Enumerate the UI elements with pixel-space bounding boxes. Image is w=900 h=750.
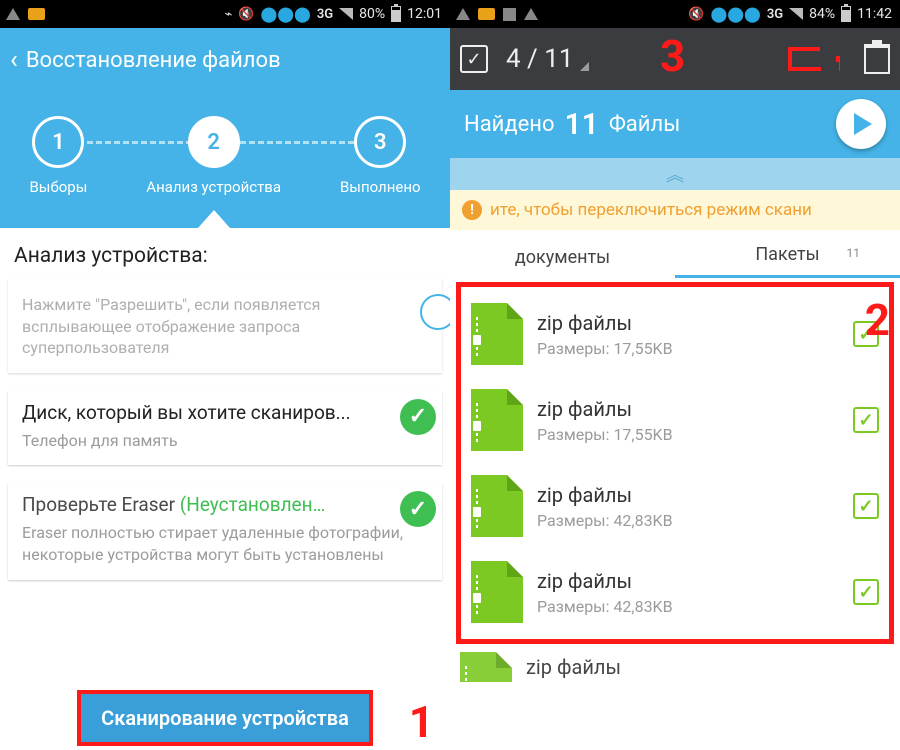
disk-title: Диск, который вы хотите сканиров... [22,401,428,424]
mute-icon: 🔇 [238,7,254,22]
collapse-handle[interactable]: ︽ [450,158,900,190]
file-checkbox[interactable]: ✓ [853,407,879,433]
found-unit: Файлы [609,112,680,137]
permission-card: Нажмите "Разрешить", если появляется всп… [8,278,442,373]
banner-text: ите, чтобы переключиться режим скани [490,200,812,220]
file-checkbox[interactable]: ✓ [853,493,879,519]
sim-icon [28,8,45,20]
tab-count: 11 [847,246,861,260]
battery-pct: 80% [359,6,385,22]
zip-file-icon [460,652,512,682]
step-circle: 1 [32,116,84,168]
file-size: Размеры: 17,55KB [537,425,673,444]
screenshot-right: 🔇 ⬤⬤⬤ 3G 84% 11:42 ✓ 4 / 11 Найдено 11 Ф… [450,0,900,750]
delete-button[interactable] [864,44,890,74]
tabs: документы Пакеты 11 [450,230,900,278]
file-name: zip файлы [537,483,673,507]
disk-card[interactable]: Диск, который вы хотите сканиров... Теле… [8,391,442,466]
signal-icon [339,8,353,20]
file-list: zip файлы Размеры: 17,55KB ✓ zip файлы Р… [456,282,894,644]
disk-sub: Телефон для память [22,430,428,452]
tab-packages[interactable]: Пакеты 11 [675,244,900,278]
zip-file-icon [471,389,523,451]
info-icon: ! [462,200,482,220]
file-row[interactable]: zip файлы Размеры: 42,83KB ✓ [467,549,883,635]
file-size: Размеры: 42,83KB [537,597,673,616]
section-title: Анализ устройства: [0,228,450,278]
step-label: Выполнено [340,178,421,196]
annotation-2: 2 [865,294,890,346]
step-1[interactable]: 1 Выборы [29,116,87,196]
eraser-sub: Eraser полностью стирает удаленные фотог… [22,522,428,565]
clock: 11:42 [857,6,892,22]
eraser-card[interactable]: Проверьте Eraser (Неустановлен… Eraser п… [8,483,442,579]
network-label: 3G [767,7,783,22]
step-label: Анализ устройства [146,178,281,196]
zip-file-icon [471,475,523,537]
status-bar: 🔇 ⬤⬤⬤ 3G 84% 11:42 [450,0,900,28]
hint-banner[interactable]: ! ите, чтобы переключиться режим скани [450,190,900,230]
file-row[interactable]: zip файлы Размеры: 17,55KB ✓ [467,291,883,377]
annotation-1: 1 [409,696,434,748]
warning-icon [456,8,470,20]
wizard-steps: 1 Выборы 2 Анализ устройства 3 Выполнено [0,92,450,228]
battery-icon [391,6,401,22]
status-bar: ⌁ 🔇 ⬤⬤⬤ 3G 80% 12:01 [0,0,450,28]
step-3[interactable]: 3 Выполнено [340,116,421,196]
file-size: Размеры: 17,55KB [537,339,673,358]
header-pane: ‹ Восстановление файлов 1 Выборы 2 Анали… [0,28,450,228]
select-all-button[interactable]: ✓ [460,45,488,73]
step-label: Выборы [29,178,87,196]
eraser-title: Проверьте Eraser (Неустановлен… [22,493,428,516]
bluetooth-icon: ⌁ [224,7,232,22]
sim-icon [478,8,495,20]
file-size: Размеры: 42,83KB [537,511,673,530]
clock: 12:01 [407,6,442,22]
file-name: zip файлы [537,569,673,593]
step-circle: 3 [354,116,406,168]
warning-icon [6,8,20,20]
warning-icon [524,8,538,20]
check-icon: ✓ [400,491,436,527]
annotation-3: 3 [660,30,685,82]
file-row[interactable]: zip файлы Размеры: 17,55KB ✓ [467,377,883,463]
found-label: Найдено [464,112,555,137]
scan-device-button[interactable]: Сканирование устройства [77,690,373,746]
back-icon[interactable]: ‹ [10,45,18,75]
page-title: Восстановление файлов [26,48,281,73]
wifi-icon: ⬤⬤⬤ [710,5,760,23]
battery-pct: 84% [809,6,835,22]
file-name: zip файлы [537,397,673,421]
step-circle: 2 [188,116,240,168]
wifi-icon: ⬤⬤⬤ [260,5,310,23]
save-small-icon [503,8,516,21]
found-count: 11 [565,107,599,142]
screenshot-left: ⌁ 🔇 ⬤⬤⬤ 3G 80% 12:01 ‹ Восстановление фа… [0,0,450,750]
battery-icon [841,6,851,22]
mute-icon: 🔇 [688,7,704,22]
floating-icon[interactable] [420,294,450,330]
selection-count[interactable]: 4 / 11 [506,44,573,74]
step-2[interactable]: 2 Анализ устройства [146,116,281,226]
found-header: Найдено 11 Файлы [450,90,900,158]
check-icon: ✓ [400,399,436,435]
file-name: zip файлы [526,655,621,679]
tab-documents[interactable]: документы [450,247,675,278]
save-button[interactable] [788,47,840,71]
file-checkbox[interactable]: ✓ [853,579,879,605]
file-row-partial[interactable]: zip файлы [450,644,900,682]
signal-icon [789,8,803,20]
network-label: 3G [317,7,333,22]
zip-file-icon [471,561,523,623]
play-button[interactable] [836,99,886,149]
file-name: zip файлы [537,311,673,335]
permission-text: Нажмите "Разрешить", если появляется всп… [22,294,428,359]
file-row[interactable]: zip файлы Размеры: 42,83KB ✓ [467,463,883,549]
zip-file-icon [471,303,523,365]
